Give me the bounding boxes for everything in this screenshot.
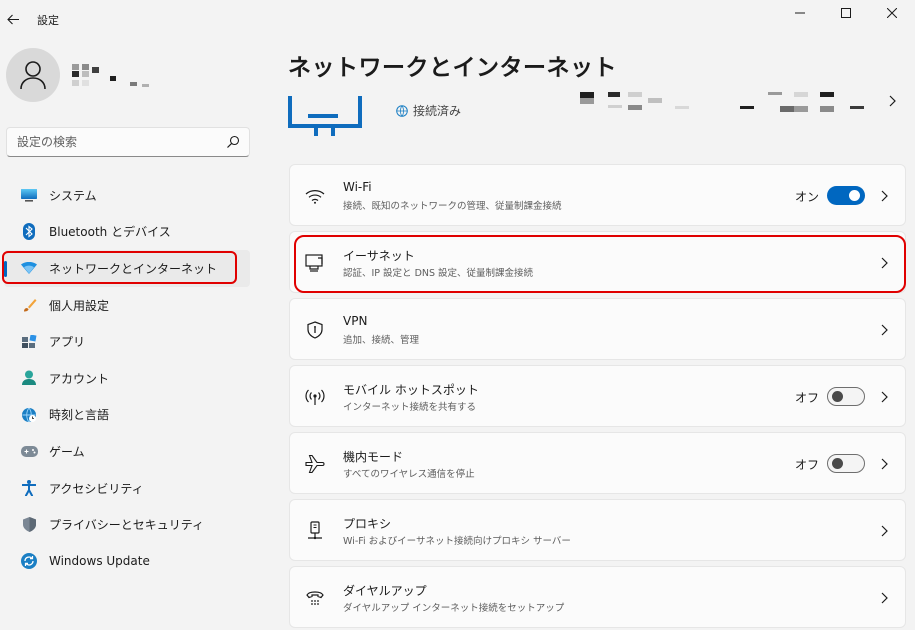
sidebar-item-gaming[interactable]: ゲーム [4,433,250,470]
close-button[interactable] [869,0,915,26]
chevron-right-icon [881,458,888,470]
sidebar-item-label: ゲーム [49,444,85,459]
sidebar-item-accessibility[interactable]: アクセシビリティ [4,470,250,507]
minimize-icon [795,12,805,14]
chevron-right-icon[interactable] [886,94,898,108]
close-icon [887,8,897,18]
chevron-right-icon [881,592,888,604]
title-bar: 設定 [0,0,915,40]
sidebar-item-windows-update[interactable]: Windows Update [4,543,250,580]
connection-status-text: 接続済み [413,104,462,118]
system-icon [20,186,38,204]
wifi-icon [304,185,326,207]
card-description: 追加、接続、管理 [343,335,420,346]
sidebar-item-system[interactable]: システム [4,177,250,214]
card-title: VPN [343,314,368,328]
search-icon[interactable] [226,135,240,149]
search-box[interactable] [6,127,250,157]
sidebar-highlight-box [2,251,237,284]
user-icon [20,61,46,90]
toggle-knob [832,458,843,469]
mobile-hotspot-card[interactable]: モバイル ホットスポット インターネット接続を共有する オフ [289,365,906,427]
ethernet-highlight-box [294,235,906,293]
sidebar-item-privacy[interactable]: プライバシーとセキュリティ [4,506,250,543]
card-title: モバイル ホットスポット [343,383,479,397]
toggle-label: オフ [794,391,819,405]
chevron-right-icon [881,190,888,202]
toggle-label: オン [794,190,819,204]
dialup-icon [304,587,326,609]
avatar[interactable] [6,48,60,102]
user-name-redacted [70,62,160,90]
account-icon [20,369,38,387]
sidebar-item-label: 個人用設定 [49,298,110,313]
card-description: すべてのワイヤレス通信を停止 [343,469,475,480]
vpn-card[interactable]: VPN 追加、接続、管理 [289,298,906,360]
back-arrow-icon [6,14,19,24]
sidebar-item-label: アカウント [49,371,110,386]
sidebar-item-personalization[interactable]: 個人用設定 [4,287,250,324]
sidebar-item-apps[interactable]: アプリ [4,323,250,360]
update-icon [20,552,38,570]
airplane-mode-toggle[interactable] [827,454,865,473]
back-button[interactable] [4,8,22,30]
toggle-knob [832,391,843,402]
toggle-label: オフ [794,458,819,472]
card-title: Wi-Fi [343,180,372,194]
connection-status: 接続済み [396,102,461,119]
time-language-icon [20,406,38,424]
sidebar-nav: システム Bluetooth とデバイス ネットワークとインターネット 個人用設… [0,177,255,580]
wifi-card[interactable]: Wi-Fi 接続、既知のネットワークの管理、従量制課金接続 オン [289,164,906,226]
ethernet-hero-icon [288,96,362,136]
apps-icon [20,333,38,351]
proxy-icon [304,520,326,542]
connection-details-redacted [580,88,880,120]
minimize-button[interactable] [777,0,823,26]
hotspot-toggle[interactable] [827,387,865,406]
airplane-mode-card[interactable]: 機内モード すべてのワイヤレス通信を停止 オフ [289,432,906,494]
chevron-right-icon [881,525,888,537]
dialup-card[interactable]: ダイヤルアップ ダイヤルアップ インターネット接続をセットアップ [289,566,906,628]
toggle-knob [849,190,860,201]
hotspot-icon [304,386,326,408]
sidebar-item-time-language[interactable]: 時刻と言語 [4,397,250,434]
card-description: Wi-Fi およびイーサネット接続向けプロキシ サーバー [343,536,571,547]
maximize-button[interactable] [823,0,869,26]
window-controls [777,0,915,26]
sidebar-item-label: プライバシーとセキュリティ [49,518,205,533]
search-input[interactable] [17,134,217,150]
card-description: ダイヤルアップ インターネット接続をセットアップ [343,603,565,614]
wifi-toggle[interactable] [827,186,865,205]
card-description: 接続、既知のネットワークの管理、従量制課金接続 [343,201,562,212]
card-title: ダイヤルアップ [343,584,427,598]
globe-icon [396,104,408,117]
maximize-icon [841,8,851,18]
accessibility-icon [20,479,38,497]
sidebar-item-label: アクセシビリティ [49,481,144,496]
sidebar-item-accounts[interactable]: アカウント [4,360,250,397]
sidebar-item-label: システム [49,188,97,203]
chevron-right-icon [881,324,888,336]
bluetooth-icon [20,223,38,241]
vpn-shield-icon [304,319,326,341]
shield-icon [20,516,38,534]
chevron-right-icon [881,391,888,403]
card-description: インターネット接続を共有する [343,402,477,413]
sidebar-item-label: 時刻と言語 [49,408,110,423]
sidebar-item-label: Bluetooth とデバイス [49,225,171,240]
card-title: 機内モード [343,450,404,464]
app-title: 設定 [37,14,59,27]
gamepad-icon [20,442,38,460]
sidebar-item-bluetooth[interactable]: Bluetooth とデバイス [4,214,250,251]
brush-icon [20,296,38,314]
sidebar-item-label: アプリ [49,335,86,350]
card-title: プロキシ [343,517,392,531]
sidebar-item-label: Windows Update [49,554,150,569]
proxy-card[interactable]: プロキシ Wi-Fi およびイーサネット接続向けプロキシ サーバー [289,499,906,561]
airplane-icon [304,453,326,475]
page-title: ネットワークとインターネット [288,55,617,81]
